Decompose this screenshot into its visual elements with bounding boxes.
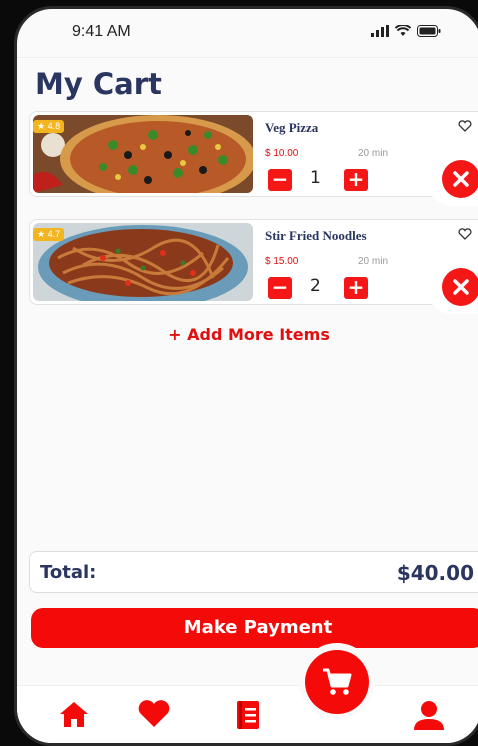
decrease-quantity-button[interactable]: − [268,169,292,191]
rating-badge: ★ 4.8 [33,120,65,133]
make-payment-button[interactable]: Make Payment [31,608,478,648]
cart-item: ★ 4.7 Stir Fried Noodles $ 15.00 20 min … [29,219,478,314]
user-icon[interactable] [413,700,445,730]
star-icon: ★ [37,121,46,131]
heart-outline-icon[interactable] [458,120,472,132]
plus-icon: + [347,167,365,191]
minus-icon: − [271,275,289,299]
rating-value: 4.8 [47,121,61,131]
bottom-nav [17,685,478,743]
cart-item: ★ 4.8 Veg Pizza $ 10.00 20 min − 1 + [29,111,478,206]
decrease-quantity-button[interactable]: − [268,277,292,299]
prep-time: 20 min [358,256,389,267]
total-label: Total: [40,562,97,583]
add-more-items-link[interactable]: + Add More Items [17,325,478,344]
prep-time: 20 min [358,148,389,159]
status-icons [371,25,441,37]
status-time: 9:41 AM [72,23,131,40]
status-bar: 9:41 AM [17,9,478,58]
rating-badge: ★ 4.7 [33,228,65,241]
rating-value: 4.7 [47,229,61,239]
quantity-value: 1 [310,168,321,188]
increase-quantity-button[interactable]: + [344,277,368,299]
item-name: Veg Pizza [265,120,319,135]
phone-frame: 9:41 AM My Cart ★ 4.8 Veg Pizza $ 10.00 … [14,6,478,746]
battery-icon [417,25,441,37]
close-icon [453,171,469,187]
total-summary: Total: $40.00 [29,551,478,593]
page-title: My Cart [35,67,162,101]
item-price: $ 15.00 [265,256,299,267]
remove-item-button[interactable] [442,160,478,198]
pizza-image [33,115,253,193]
quantity-value: 2 [310,276,321,296]
menu-book-icon[interactable] [235,700,261,730]
signal-icon [371,25,389,37]
item-price: $ 10.00 [265,148,299,159]
cart-icon [323,668,352,695]
plus-icon: + [347,275,365,299]
total-value: $40.00 [396,561,474,585]
increase-quantity-button[interactable]: + [344,169,368,191]
wifi-icon [395,25,411,36]
close-icon [453,279,469,295]
noodles-image [33,223,253,301]
heart-outline-icon[interactable] [458,228,472,240]
item-name: Stir Fried Noodles [265,228,367,243]
remove-item-button[interactable] [442,268,478,306]
heart-icon[interactable] [137,700,171,728]
home-icon[interactable] [59,700,89,728]
star-icon: ★ [37,229,46,239]
cart-button[interactable] [305,650,369,714]
minus-icon: − [271,167,289,191]
